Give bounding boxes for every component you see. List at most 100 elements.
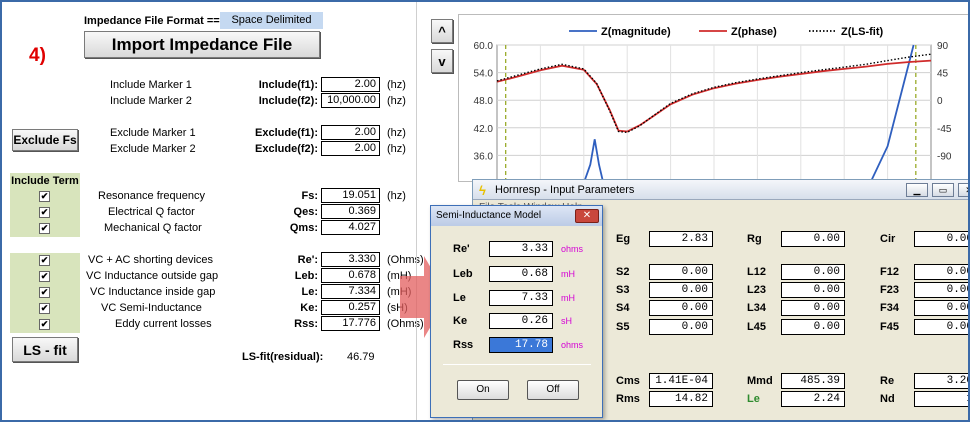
hr-field-f12[interactable]: 0.00 bbox=[914, 264, 968, 280]
hr-label: Cms bbox=[616, 375, 640, 387]
y-left-tick: 42.0 bbox=[474, 124, 494, 135]
hornresp-titlebar: ϟ Hornresp - Input Parameters ▁ ▭ ✕ bbox=[473, 180, 968, 200]
legend-label: Z(LS-fit) bbox=[841, 26, 883, 38]
hr-field-l34[interactable]: 0.00 bbox=[781, 300, 845, 316]
hr-label: F12 bbox=[880, 266, 899, 278]
hr-field-nd[interactable]: 1 bbox=[914, 391, 968, 407]
hr-field-f23[interactable]: 0.00 bbox=[914, 282, 968, 298]
qes-value: 0.369 bbox=[321, 204, 380, 219]
include-f1-field[interactable]: 2.00 bbox=[321, 77, 380, 92]
hr-label: L23 bbox=[747, 284, 766, 296]
marker-label: Include Marker 2 bbox=[110, 95, 192, 107]
hr-field-l45[interactable]: 0.00 bbox=[781, 319, 845, 335]
hr-label: S3 bbox=[616, 284, 630, 296]
maximize-button[interactable]: ▭ bbox=[932, 183, 954, 197]
y-right-tick: 0 bbox=[937, 96, 943, 107]
param-key: Qms: bbox=[289, 222, 318, 234]
marker-label: Exclude Marker 2 bbox=[110, 143, 196, 155]
checkbox-qms[interactable]: ✔ bbox=[39, 223, 50, 234]
y-left-tick: 54.0 bbox=[474, 69, 494, 80]
format-label: Impedance File Format ==> bbox=[84, 15, 227, 27]
checkbox-rss[interactable]: ✔ bbox=[39, 319, 50, 330]
hr-label: S5 bbox=[616, 321, 630, 333]
rss-value: 17.776 bbox=[321, 316, 380, 331]
format-value[interactable]: Space Delimited bbox=[220, 12, 323, 29]
param-key: Qes: bbox=[293, 206, 318, 218]
checkbox-qes[interactable]: ✔ bbox=[39, 207, 50, 218]
hr-label: Re bbox=[880, 375, 895, 387]
marker-label: Exclude Marker 1 bbox=[110, 127, 196, 139]
exclude-fs-button[interactable]: Exclude Fs bbox=[12, 129, 78, 151]
exclude-f1-field[interactable]: 2.00 bbox=[321, 125, 380, 140]
checkbox-re[interactable]: ✔ bbox=[39, 255, 50, 266]
hr-field-cms[interactable]: 1.41E-04 bbox=[649, 373, 713, 389]
hr-field-s5[interactable]: 0.00 bbox=[649, 319, 713, 335]
marker-key: Include(f1): bbox=[258, 79, 318, 91]
legend-label: Z(magnitude) bbox=[601, 26, 671, 38]
param-key: Fs: bbox=[301, 190, 319, 202]
semi-titlebar: Semi-Inductance Model ✕ bbox=[431, 206, 602, 226]
param-label: Eddy current losses bbox=[115, 318, 212, 330]
chart-svg: 60.0 90 54.0 45 48.0 0 42.0 -45 36.0 -90 Z(magnitu… bbox=[474, 26, 952, 184]
param-key: Re': bbox=[297, 254, 318, 266]
residual-label: LS-fit(residual): bbox=[242, 351, 324, 363]
semi-field-rss[interactable]: 17.78 bbox=[489, 337, 553, 353]
hr-field-le[interactable]: 2.24 bbox=[781, 391, 845, 407]
hr-label-le: Le bbox=[747, 393, 760, 405]
y-right-tick: 45 bbox=[937, 69, 949, 80]
hr-field-l12[interactable]: 0.00 bbox=[781, 264, 845, 280]
include-term-header: Include Term bbox=[10, 173, 80, 189]
import-impedance-button[interactable]: Import Impedance File bbox=[84, 31, 320, 58]
semi-unit: sH bbox=[561, 316, 572, 326]
semi-field-re[interactable]: 3.33 bbox=[489, 241, 553, 257]
qms-value: 4.027 bbox=[321, 220, 380, 235]
param-label: Electrical Q factor bbox=[108, 206, 195, 218]
y-left-tick: 48.0 bbox=[474, 96, 494, 107]
include-f2-field[interactable]: 10,000.00 bbox=[321, 93, 380, 108]
semi-off-button[interactable]: Off bbox=[527, 380, 579, 400]
checkbox-fs[interactable]: ✔ bbox=[39, 191, 50, 202]
y-left-tick: 60.0 bbox=[474, 41, 494, 52]
hr-field-f45[interactable]: 0.00 bbox=[914, 319, 968, 335]
hr-label: Eg bbox=[616, 233, 631, 245]
semi-on-button[interactable]: On bbox=[457, 380, 509, 400]
hr-field-mmd[interactable]: 485.39 bbox=[781, 373, 845, 389]
ls-fit-button[interactable]: LS - fit bbox=[12, 337, 78, 362]
hr-field-eg[interactable]: 2.83 bbox=[649, 231, 713, 247]
semi-field-leb[interactable]: 0.68 bbox=[489, 266, 553, 282]
semi-field-ke[interactable]: 0.26 bbox=[489, 313, 553, 329]
param-label: Resonance frequency bbox=[98, 190, 206, 202]
param-key: Le: bbox=[301, 286, 319, 298]
hr-field-s2[interactable]: 0.00 bbox=[649, 264, 713, 280]
column-divider bbox=[416, 2, 417, 420]
scroll-down-button[interactable]: v bbox=[431, 49, 453, 73]
semi-close-button[interactable]: ✕ bbox=[575, 209, 599, 223]
hr-field-rg[interactable]: 0.00 bbox=[781, 231, 845, 247]
semi-separator bbox=[443, 364, 591, 365]
checkbox-leb[interactable]: ✔ bbox=[39, 271, 50, 282]
hr-field-cir[interactable]: 0.00 bbox=[914, 231, 968, 247]
hr-label: F34 bbox=[880, 302, 899, 314]
hr-field-l23[interactable]: 0.00 bbox=[781, 282, 845, 298]
minimize-button[interactable]: ▁ bbox=[906, 183, 928, 197]
hr-field-s4[interactable]: 0.00 bbox=[649, 300, 713, 316]
re-value: 3.330 bbox=[321, 252, 380, 267]
semi-field-le[interactable]: 7.33 bbox=[489, 290, 553, 306]
hr-field-rms[interactable]: 14.82 bbox=[649, 391, 713, 407]
checkbox-le[interactable]: ✔ bbox=[39, 287, 50, 298]
hr-field-re[interactable]: 3.20 bbox=[914, 373, 968, 389]
param-label: VC Semi-Inductance bbox=[101, 302, 202, 314]
semi-label: Re' bbox=[453, 243, 470, 255]
exclude-f2-field[interactable]: 2.00 bbox=[321, 141, 380, 156]
step-label: 4) bbox=[29, 45, 46, 66]
hr-field-f34[interactable]: 0.00 bbox=[914, 300, 968, 316]
checkbox-ke[interactable]: ✔ bbox=[39, 303, 50, 314]
semi-unit: ohms bbox=[561, 340, 584, 350]
semi-label: Leb bbox=[453, 268, 473, 280]
close-button[interactable]: ✕ bbox=[958, 183, 968, 197]
param-unit: (hz) bbox=[387, 190, 406, 202]
hr-field-s3[interactable]: 0.00 bbox=[649, 282, 713, 298]
scroll-up-button[interactable]: ^ bbox=[431, 19, 453, 43]
marker-key: Exclude(f2): bbox=[255, 143, 318, 155]
semi-label: Rss bbox=[453, 339, 474, 351]
